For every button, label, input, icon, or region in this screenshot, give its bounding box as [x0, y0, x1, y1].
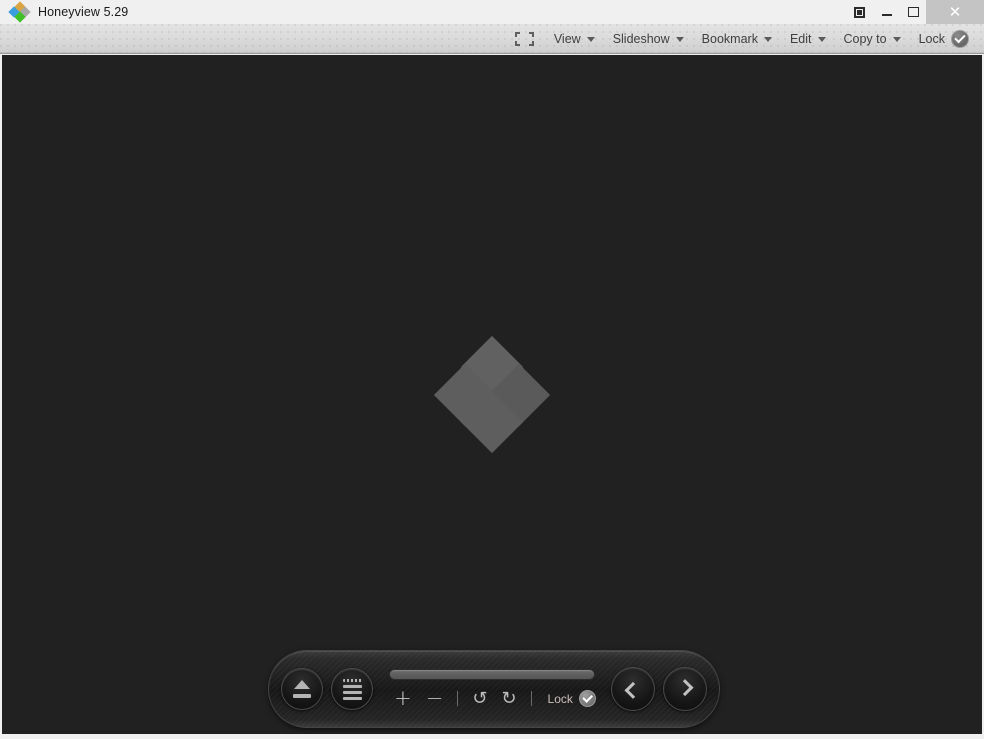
expand-glyph — [853, 6, 865, 18]
menu-button[interactable] — [331, 668, 373, 710]
zoom-out-button[interactable]: − — [426, 688, 444, 709]
honeyview-window: Honeyview 5.29 ✕ View Slideshow Bookmark… — [0, 0, 984, 739]
next-image-button[interactable] — [663, 667, 707, 711]
maximize-glyph — [907, 7, 919, 17]
chevron-down-icon — [892, 36, 901, 42]
menu-item-copy-to-label: Copy to — [843, 31, 887, 46]
toolbar-lock-label: Lock — [547, 691, 573, 706]
image-canvas[interactable]: + − ↺ ↻ Lock — [2, 55, 982, 734]
toolbar-control-row: + − ↺ ↻ Lock — [383, 688, 601, 710]
menu-item-bookmark-label: Bookmark — [701, 31, 758, 46]
toolbar-divider-1 — [457, 691, 459, 706]
eject-icon — [292, 680, 312, 698]
chevron-down-icon — [817, 36, 826, 42]
menu-item-lock-label: Lock — [918, 31, 945, 46]
rotate-left-button[interactable]: ↺ — [472, 689, 487, 708]
close-glyph: ✕ — [948, 2, 962, 21]
toolbar-divider-2 — [530, 691, 532, 706]
honeyview-diamond-logo-icon — [8, 1, 31, 23]
rotate-right-button[interactable]: ↻ — [501, 689, 516, 708]
chevron-down-icon — [675, 36, 684, 42]
minimize-glyph — [882, 14, 892, 16]
toolbar-center-group: + − ↺ ↻ Lock — [373, 651, 611, 727]
chevron-right-icon — [676, 679, 694, 697]
menu-item-edit[interactable]: Edit — [781, 24, 835, 54]
check-circle-icon[interactable] — [578, 690, 596, 707]
menu-item-slideshow-label: Slideshow — [612, 31, 670, 46]
honeyview-watermark-logo-icon — [433, 335, 551, 454]
menu-item-lock[interactable]: Lock — [910, 24, 978, 54]
menu-bar: View Slideshow Bookmark Edit Copy to Loc… — [0, 24, 984, 54]
eject-button[interactable] — [281, 668, 323, 710]
image-position-slider[interactable] — [389, 668, 595, 680]
toolbar-lock-group[interactable]: Lock — [548, 690, 596, 707]
fit-to-window-button[interactable] — [506, 24, 545, 54]
title-bar: Honeyview 5.29 ✕ — [0, 0, 984, 24]
toolbar-right-group — [611, 667, 719, 711]
maximize-icon[interactable] — [900, 0, 926, 24]
chevron-down-icon — [763, 36, 772, 42]
expand-window-icon[interactable] — [844, 0, 874, 24]
window-controls: ✕ — [844, 0, 984, 24]
menu-item-bookmark[interactable]: Bookmark — [693, 24, 781, 54]
menu-item-slideshow[interactable]: Slideshow — [604, 24, 693, 54]
check-circle-icon[interactable] — [951, 29, 969, 48]
toolbar-left-group — [269, 668, 373, 710]
close-icon[interactable]: ✕ — [926, 0, 984, 24]
zoom-in-button[interactable]: + — [394, 688, 412, 709]
window-title: Honeyview 5.29 — [38, 5, 129, 19]
menu-item-copy-to[interactable]: Copy to — [835, 24, 910, 54]
chevron-down-icon — [586, 36, 595, 42]
chevron-left-icon — [624, 681, 642, 699]
menu-item-edit-label: Edit — [789, 31, 812, 46]
menu-item-view-label: View — [553, 31, 581, 46]
minimize-icon[interactable] — [874, 0, 900, 24]
hamburger-menu-icon — [342, 678, 362, 700]
previous-image-button[interactable] — [611, 667, 655, 711]
fit-to-window-icon — [514, 31, 534, 46]
menu-item-view[interactable]: View — [545, 24, 604, 54]
bottom-toolbar: + − ↺ ↻ Lock — [268, 650, 720, 728]
